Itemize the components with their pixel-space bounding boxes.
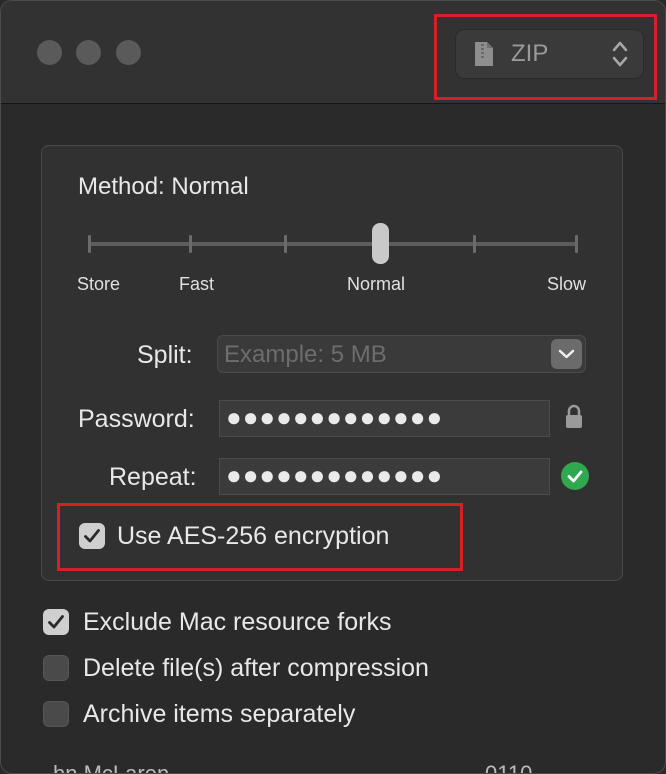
compression-slider-knob[interactable] <box>372 223 389 264</box>
password-value: ●●●●●●●●●●●●● <box>226 402 444 432</box>
slider-tick <box>189 235 192 253</box>
slider-tick <box>575 235 578 253</box>
format-highlight-box <box>434 14 657 100</box>
slider-label-store: Store <box>77 274 121 294</box>
lock-icon <box>566 404 582 428</box>
method-title: Method: Normal <box>78 173 249 200</box>
split-placeholder: Example: 5 MB <box>224 341 387 368</box>
compression-slider-track[interactable] <box>88 242 578 246</box>
slider-label-slow: Slow <box>547 274 587 294</box>
archive-options-window: ZIP Method: Normal Store Fast Normal Slo… <box>0 0 666 774</box>
repeat-password-field[interactable]: ●●●●●●●●●●●●● <box>219 458 550 495</box>
chevron-down-icon <box>558 349 575 359</box>
slider-label-normal: Normal <box>347 274 406 294</box>
exclude-forks-checkbox[interactable] <box>43 609 69 635</box>
archive-separately-checkbox[interactable] <box>43 701 69 727</box>
archive-separately-label: Archive items separately <box>83 700 356 728</box>
minimize-window-button[interactable] <box>76 40 101 65</box>
split-dropdown-button[interactable] <box>551 339 582 369</box>
background-text-left: hn McLaren <box>53 761 170 774</box>
close-window-button[interactable] <box>37 40 62 65</box>
slider-tick <box>473 235 476 253</box>
repeat-password-value: ●●●●●●●●●●●●● <box>226 460 444 490</box>
exclude-forks-label: Exclude Mac resource forks <box>83 608 392 636</box>
slider-tick <box>88 235 91 253</box>
password-label: Password: <box>78 405 195 433</box>
check-circle-icon <box>561 462 589 490</box>
checkmark-icon <box>48 615 64 629</box>
zoom-window-button[interactable] <box>116 40 141 65</box>
aes-highlight-box <box>57 503 463 571</box>
split-label: Split: <box>137 341 193 369</box>
password-field[interactable]: ●●●●●●●●●●●●● <box>219 400 550 437</box>
repeat-label: Repeat: <box>109 463 197 491</box>
background-text-right: 0110 <box>485 761 533 774</box>
split-size-combobox[interactable]: Example: 5 MB <box>217 335 586 373</box>
slider-label-fast: Fast <box>179 274 215 294</box>
slider-tick <box>284 235 287 253</box>
delete-after-label: Delete file(s) after compression <box>83 654 429 682</box>
delete-after-checkbox[interactable] <box>43 655 69 681</box>
